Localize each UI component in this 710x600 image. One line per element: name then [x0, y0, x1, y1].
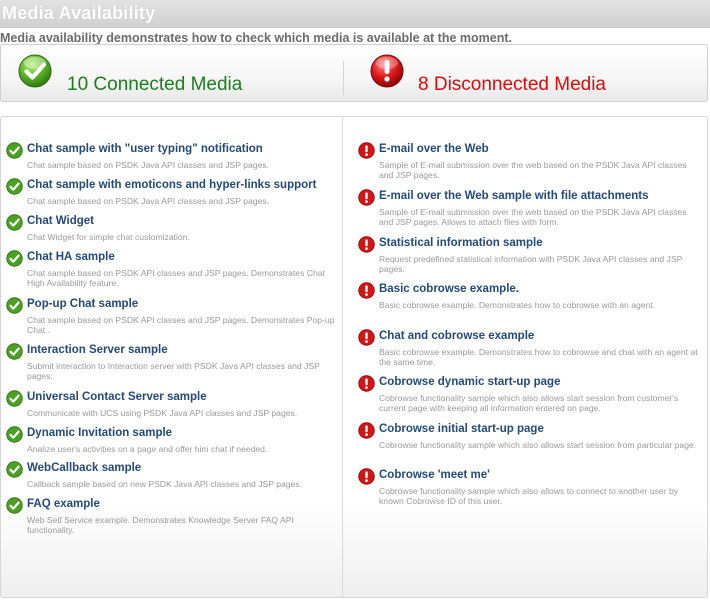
connected-media-desc: Analize user's activities on a page and …	[27, 444, 268, 454]
exclamation-icon	[358, 375, 375, 392]
check-icon	[6, 178, 23, 195]
summary-divider	[343, 61, 344, 95]
connected-media-desc: Chat sample based on PSDK API classes an…	[27, 268, 325, 289]
connected-media-title[interactable]: Chat Widget	[27, 215, 94, 227]
check-icon	[6, 497, 23, 514]
disconnected-media-title[interactable]: Cobrowse initial start-up page	[379, 423, 544, 435]
disconnected-media-title[interactable]: Statistical information sample	[379, 237, 543, 249]
exclamation-icon	[358, 329, 375, 346]
connected-media-title[interactable]: Dynamic Invitation sample	[27, 427, 172, 439]
connected-media-desc: Chat sample based on PSDK Java API class…	[27, 196, 270, 206]
disconnected-media-desc: Basic cobrowse example. Demonstrates how…	[379, 300, 656, 310]
page-title: Media Availability	[2, 3, 156, 23]
exclamation-icon	[358, 236, 375, 253]
connected-media-desc: Chat sample based on PSDK API classes an…	[27, 315, 335, 336]
disconnected-media-desc: Sample of E-mail submission over the web…	[379, 160, 687, 181]
check-icon	[6, 297, 23, 314]
page-description: Media availability demonstrates how to c…	[0, 31, 512, 45]
disconnected-media-desc: Cobrowse functionality sample which also…	[379, 393, 679, 414]
disconnected-media-count: 8 Disconnected Media	[418, 74, 606, 95]
connected-media-title[interactable]: Chat sample with emoticons and hyper-lin…	[27, 179, 316, 191]
disconnected-media-title[interactable]: E-mail over the Web	[379, 143, 489, 155]
disconnected-media-title[interactable]: Cobrowse 'meet me'	[379, 469, 490, 481]
media-summary: 10 Connected Media 8 Disconnected Media	[0, 44, 708, 102]
connected-media-desc: Chat Widget for simple chat customizatio…	[27, 232, 190, 242]
connected-media-title[interactable]: WebCallback sample	[27, 462, 141, 474]
connected-media-title[interactable]: FAQ example	[27, 498, 100, 510]
check-icon	[6, 426, 23, 443]
exclamation-icon	[358, 422, 375, 439]
connected-media-desc: Web Self Service example. Demonstrates K…	[27, 515, 294, 536]
connected-media-desc: Callback sample based on new PSDK Java A…	[27, 479, 302, 489]
check-icon	[6, 461, 23, 478]
connected-media-title[interactable]: Interaction Server sample	[27, 344, 168, 356]
disconnected-media-title[interactable]: Cobrowse dynamic start-up page	[379, 376, 560, 388]
check-icon	[6, 390, 23, 407]
check-icon	[6, 214, 23, 231]
disconnected-media-desc: Cobrowse functionality sample which also…	[379, 486, 679, 507]
exclamation-icon	[358, 189, 375, 206]
connected-media-title[interactable]: Chat sample with "user typing" notificat…	[27, 143, 263, 155]
connected-media-desc: Communicate with UCS using PSDK Java API…	[27, 408, 298, 418]
disconnected-media-desc: Sample of E-mail submission over the web…	[379, 207, 687, 228]
exclamation-icon	[358, 142, 375, 159]
connected-media-desc: Submit interaction to Interaction server…	[27, 361, 320, 382]
connected-media-title[interactable]: Chat HA sample	[27, 251, 115, 263]
disconnected-media-title[interactable]: E-mail over the Web sample with file att…	[379, 190, 648, 202]
disconnected-media-title[interactable]: Basic cobrowse example.	[379, 283, 519, 295]
disconnected-media-title[interactable]: Chat and cobrowse example	[379, 330, 534, 342]
check-icon	[6, 343, 23, 360]
disconnected-media-desc: Basic cobrowse example. Demonstrates how…	[379, 347, 698, 368]
connected-media-title[interactable]: Universal Contact Server sample	[27, 391, 207, 403]
connected-media-title[interactable]: Pop-up Chat sample	[27, 298, 138, 310]
red-exclamation-icon	[370, 54, 404, 88]
column-divider	[342, 117, 343, 597]
connected-media-desc: Chat sample based on PSDK Java API class…	[27, 160, 270, 170]
title-bar: Media Availability	[0, 0, 710, 28]
connected-media-count: 10 Connected Media	[67, 74, 243, 95]
check-icon	[6, 142, 23, 159]
exclamation-icon	[358, 282, 375, 299]
green-checkmark-icon	[18, 54, 52, 88]
check-icon	[6, 250, 23, 267]
exclamation-icon	[358, 468, 375, 485]
disconnected-media-desc: Cobrowse functionality sample which also…	[379, 440, 697, 450]
disconnected-media-desc: Request predefined statistical informati…	[379, 254, 683, 275]
